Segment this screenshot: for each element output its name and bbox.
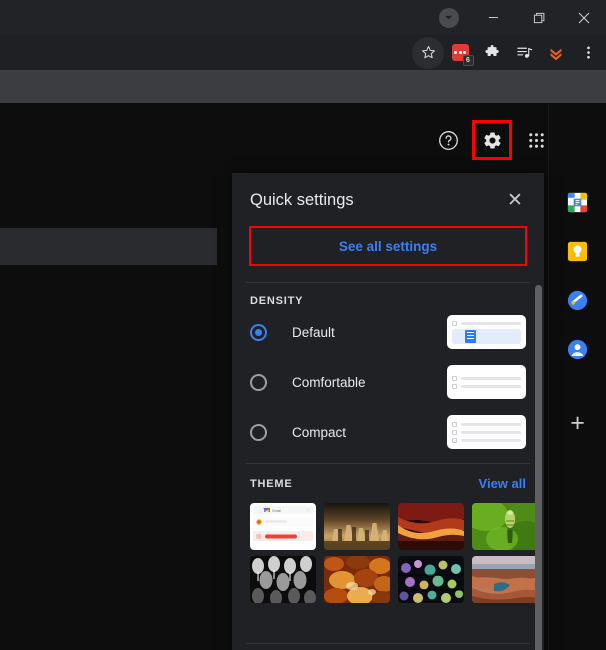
theme-canyon-sunset[interactable] — [398, 503, 464, 550]
extension-red-glyph: 6 — [451, 44, 474, 66]
close-button[interactable] — [561, 0, 606, 35]
theme-green-bud[interactable] — [472, 503, 538, 550]
density-option-default[interactable]: Default — [250, 307, 526, 357]
theme-default-light[interactable]: Gmail — [250, 503, 316, 550]
quick-settings-panel: Quick settings ✕ See all settings DENSIT… — [232, 173, 544, 650]
radio-default-icon[interactable] — [250, 323, 267, 341]
theme-autumn-leaves[interactable] — [324, 556, 390, 603]
density-preview-compact — [447, 415, 526, 449]
svg-text:Gmail: Gmail — [272, 509, 281, 513]
browser-tab-strip — [0, 0, 606, 35]
theme-section-label: THEME — [250, 477, 293, 490]
bookmark-star-icon[interactable] — [412, 36, 444, 69]
density-label-compact: Compact — [292, 424, 347, 440]
app-window: 6 + Quick settings ✕ See all settings DE… — [0, 0, 606, 650]
theme-section: THEME View all Gmail — [232, 464, 544, 603]
help-icon[interactable] — [430, 122, 466, 158]
downloads-chip-icon — [438, 7, 459, 28]
density-label-comfortable: Comfortable — [292, 374, 366, 390]
google-tasks-icon[interactable] — [566, 289, 589, 312]
google-keep-icon[interactable] — [566, 240, 589, 263]
extension-badge: 6 — [462, 55, 474, 66]
email-list-row-highlight[interactable] — [0, 228, 217, 265]
downloads-chip[interactable] — [426, 0, 471, 35]
google-side-rail: + — [548, 103, 606, 650]
see-all-settings-button[interactable]: See all settings — [249, 226, 527, 266]
window-controls — [426, 0, 606, 35]
theme-bokeh-lights[interactable] — [398, 556, 464, 603]
panel-scrollbar[interactable] — [535, 285, 542, 650]
theme-desert-canyon[interactable] — [472, 556, 538, 603]
restore-button[interactable] — [516, 0, 561, 35]
settings-gear-icon[interactable] — [472, 120, 512, 160]
density-preview-default — [447, 315, 526, 349]
density-option-compact[interactable]: Compact — [250, 407, 526, 457]
theme-header: THEME View all — [250, 476, 526, 491]
gmail-header — [0, 103, 606, 173]
media-playlist-icon[interactable] — [508, 37, 540, 69]
theme-chess-pieces[interactable] — [324, 503, 390, 550]
theme-spoons-bw[interactable] — [250, 556, 316, 603]
see-all-settings-label: See all settings — [338, 238, 438, 254]
density-section: DENSITY Default Comfortable Compact — [232, 283, 544, 457]
density-preview-comfortable — [447, 365, 526, 399]
extension-red-icon[interactable]: 6 — [444, 37, 476, 69]
puzzle-extensions-icon[interactable] — [476, 37, 508, 69]
close-icon[interactable]: ✕ — [504, 191, 526, 210]
minimize-button[interactable] — [471, 0, 516, 35]
add-shortcut-icon[interactable]: + — [570, 411, 585, 436]
radio-compact-icon[interactable] — [250, 423, 267, 441]
bookmarks-bar — [0, 70, 606, 103]
chrome-menu-icon[interactable] — [572, 37, 604, 69]
density-label-default: Default — [292, 324, 335, 340]
radio-comfortable-icon[interactable] — [250, 373, 267, 391]
browser-toolbar: 6 — [0, 35, 606, 70]
view-all-themes-link[interactable]: View all — [479, 476, 526, 491]
panel-title: Quick settings — [250, 191, 354, 209]
theme-thumbnail-grid: Gmail — [250, 503, 538, 603]
chevron-extension-icon[interactable] — [540, 37, 572, 69]
google-calendar-icon[interactable] — [566, 191, 589, 214]
divider-bottom — [246, 643, 530, 644]
quick-settings-header: Quick settings ✕ — [232, 173, 544, 220]
google-contacts-icon[interactable] — [566, 338, 589, 361]
density-section-label: DENSITY — [250, 295, 304, 307]
density-option-comfortable[interactable]: Comfortable — [250, 357, 526, 407]
browser-toolbar-icons: 6 — [412, 35, 604, 70]
